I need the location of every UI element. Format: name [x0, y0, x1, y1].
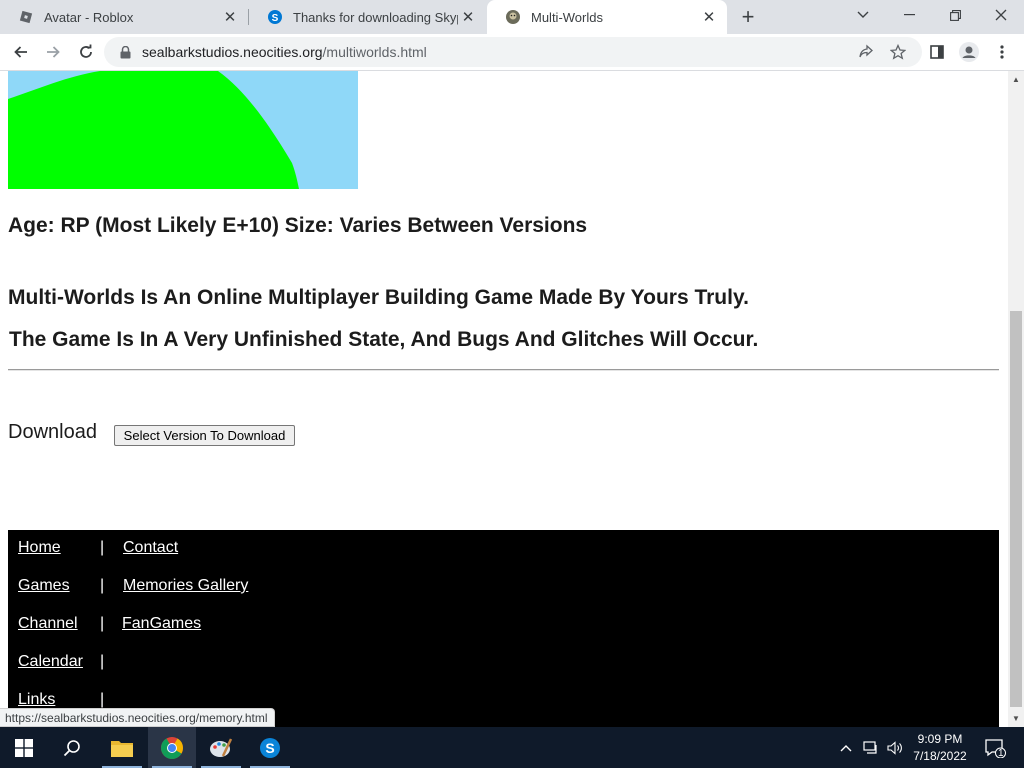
- svg-text:S: S: [272, 13, 279, 24]
- side-panel-icon[interactable]: [923, 38, 951, 66]
- restore-icon[interactable]: [932, 0, 978, 30]
- status-bar-url: https://sealbarkstudios.neocities.org/me…: [0, 708, 275, 727]
- close-window-icon[interactable]: [978, 0, 1024, 30]
- game-description-1: Multi-Worlds Is An Online Multiplayer Bu…: [8, 286, 749, 309]
- url-host: sealbarkstudios.neocities.org: [142, 44, 323, 60]
- tab-multi-worlds[interactable]: Multi-Worlds ✕: [487, 0, 727, 34]
- tab-title: Avatar - Roblox: [44, 9, 134, 25]
- roblox-icon: [18, 9, 34, 25]
- url-path: /multiworlds.html: [322, 44, 427, 60]
- footer-link-home[interactable]: Home: [18, 539, 61, 557]
- browser-toolbar: sealbarkstudios.neocities.org/multiworld…: [0, 34, 1024, 71]
- footer-link-memories-gallery[interactable]: Memories Gallery: [123, 577, 248, 595]
- tab-skype[interactable]: S Thanks for downloading Skype ✕: [249, 0, 486, 34]
- footer-separator: |: [100, 539, 105, 556]
- footer-separator: |: [100, 577, 105, 594]
- scroll-up-arrow-icon[interactable]: ▲: [1008, 71, 1024, 88]
- network-icon[interactable]: [860, 727, 882, 768]
- download-label: Download: [8, 421, 97, 443]
- tab-roblox[interactable]: Avatar - Roblox ✕: [0, 0, 248, 34]
- volume-icon[interactable]: [884, 727, 906, 768]
- clock-time: 9:09 PM: [917, 732, 963, 746]
- clock-date: 7/18/2022: [913, 749, 967, 763]
- tab-search-chevron-icon[interactable]: [840, 0, 886, 30]
- windows-start-icon[interactable]: [0, 727, 48, 768]
- footer-nav: Home | Contact Games | Memories Gallery …: [8, 530, 999, 727]
- skype-icon[interactable]: S: [246, 727, 294, 768]
- lock-icon[interactable]: [118, 45, 132, 59]
- scroll-down-arrow-icon[interactable]: ▼: [1008, 710, 1024, 727]
- bookmark-star-icon[interactable]: [884, 38, 912, 66]
- tab-title: Thanks for downloading Skype: [293, 9, 458, 25]
- file-explorer-icon[interactable]: [98, 727, 146, 768]
- search-icon[interactable]: [48, 727, 96, 768]
- forward-arrow-icon[interactable]: [39, 38, 67, 66]
- system-clock[interactable]: 9:09 PM 7/18/2022: [906, 731, 974, 765]
- footer-link-links[interactable]: Links: [18, 691, 55, 709]
- skype-icon: S: [267, 9, 283, 25]
- windows-taskbar: S 9:09 PM 7/18/2022 1: [0, 727, 1024, 768]
- paint-icon[interactable]: [197, 727, 245, 768]
- footer-separator: |: [100, 691, 105, 708]
- game-avatar-image: [8, 71, 358, 189]
- scrollbar-thumb[interactable]: [1010, 311, 1022, 707]
- close-tab-icon[interactable]: ✕: [699, 7, 719, 27]
- page-viewport: Age: RP (Most Likely E+10) Size: Varies …: [0, 71, 1008, 727]
- footer-link-calendar[interactable]: Calendar: [18, 653, 83, 671]
- notification-count-badge: 1: [998, 748, 1004, 759]
- footer-link-fangames[interactable]: FanGames: [122, 615, 201, 633]
- game-info-line: Age: RP (Most Likely E+10) Size: Varies …: [8, 214, 588, 237]
- tab-strip: Avatar - Roblox ✕ S Thanks for downloadi…: [0, 0, 1024, 34]
- notification-center-icon[interactable]: 1: [980, 727, 1010, 768]
- horizontal-divider: [8, 369, 999, 371]
- close-tab-icon[interactable]: ✕: [220, 7, 240, 27]
- svg-text:S: S: [265, 740, 274, 756]
- page-scrollbar[interactable]: ▲ ▼: [1008, 71, 1024, 727]
- reload-icon[interactable]: [72, 38, 100, 66]
- footer-separator: |: [100, 653, 105, 670]
- back-arrow-icon[interactable]: [7, 38, 35, 66]
- footer-separator: |: [100, 615, 105, 632]
- menu-kebab-icon[interactable]: [988, 38, 1016, 66]
- footer-link-games[interactable]: Games: [18, 577, 70, 595]
- show-hidden-icons-chevron[interactable]: [836, 727, 856, 768]
- share-icon[interactable]: [852, 38, 880, 66]
- site-favicon: [505, 9, 521, 25]
- minimize-icon[interactable]: [886, 0, 932, 30]
- close-tab-icon[interactable]: ✕: [458, 7, 478, 27]
- footer-link-channel[interactable]: Channel: [18, 615, 78, 633]
- footer-link-contact[interactable]: Contact: [123, 539, 178, 557]
- new-tab-plus-icon[interactable]: +: [736, 4, 760, 29]
- chrome-icon[interactable]: [148, 727, 196, 768]
- game-description-2: The Game Is In A Very Unfinished State, …: [9, 328, 759, 351]
- tab-title: Multi-Worlds: [531, 9, 603, 25]
- profile-avatar-icon[interactable]: [955, 38, 983, 66]
- select-version-button[interactable]: Select Version To Download: [114, 425, 295, 446]
- address-bar[interactable]: sealbarkstudios.neocities.org/multiworld…: [104, 37, 922, 67]
